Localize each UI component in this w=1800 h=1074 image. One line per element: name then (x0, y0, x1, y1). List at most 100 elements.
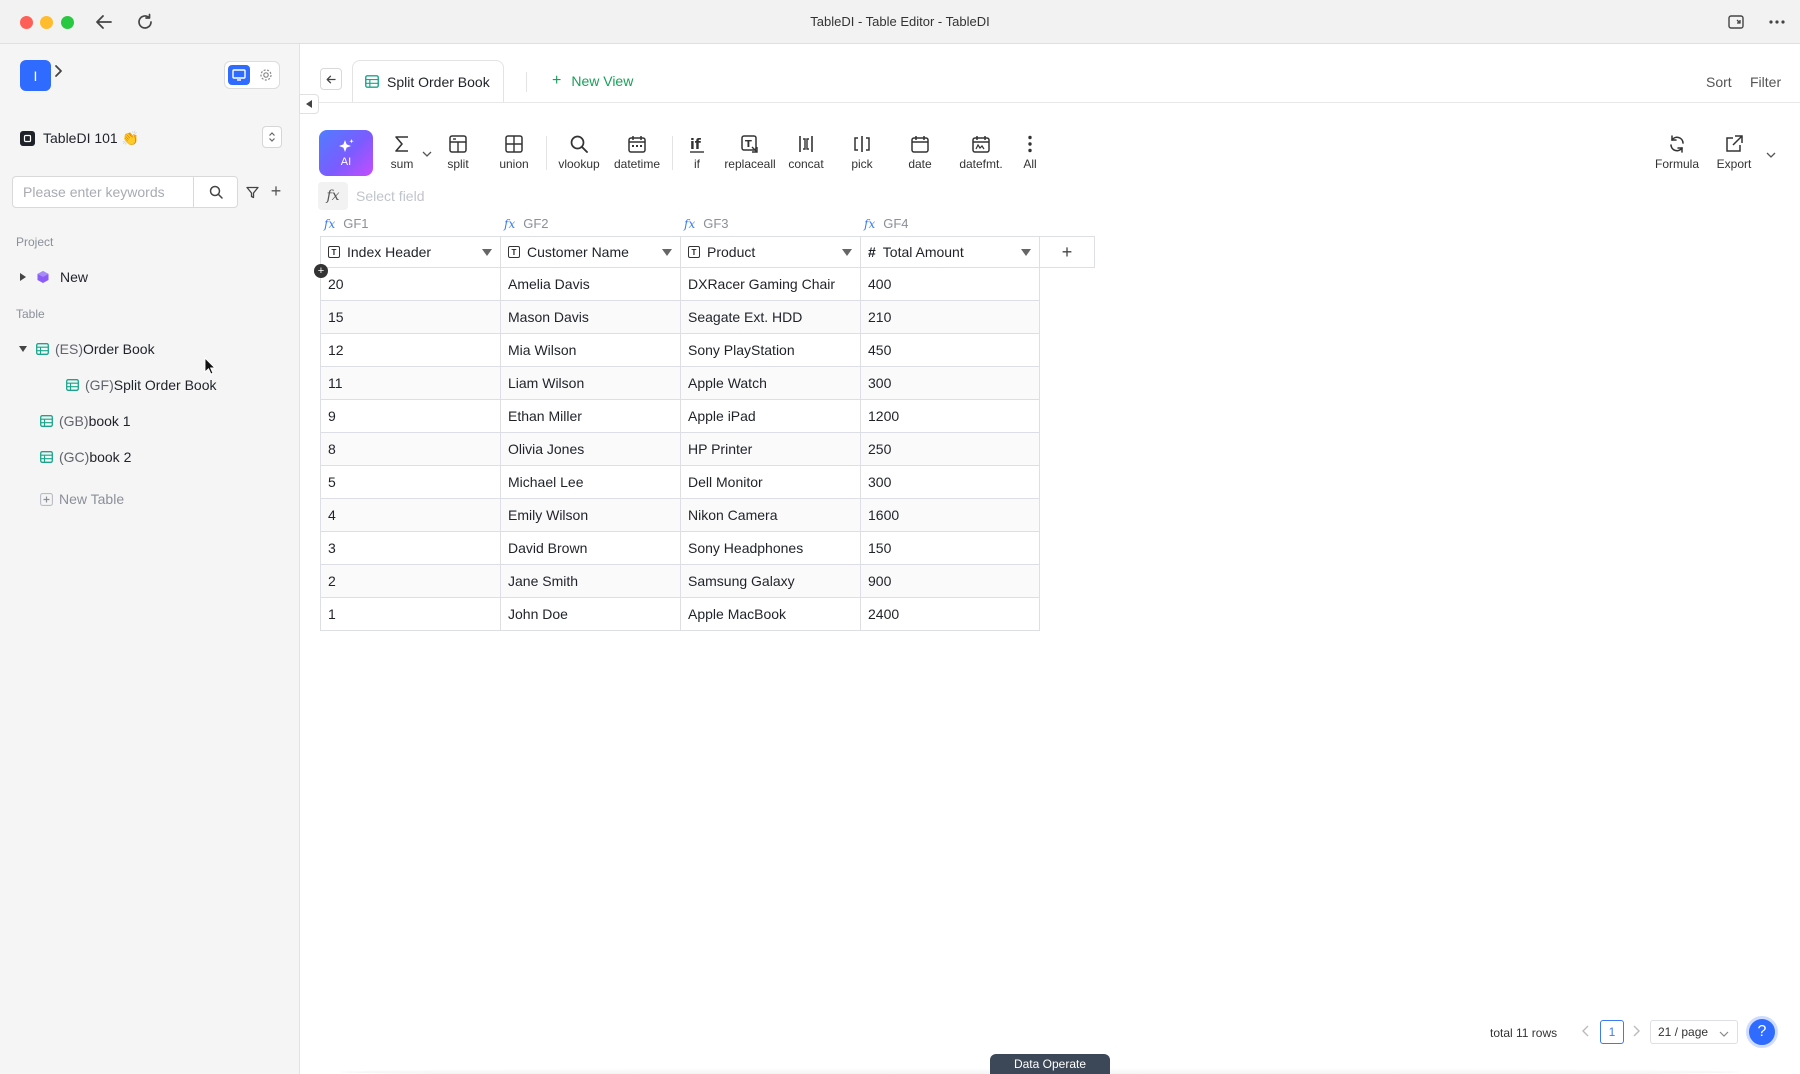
app-badge[interactable]: I (20, 60, 51, 91)
table-cell[interactable]: Seagate Ext. HDD (680, 301, 860, 334)
table-cell[interactable]: 12 (320, 334, 500, 367)
search-input[interactable] (13, 177, 195, 207)
new-table-button[interactable]: New Table (40, 486, 124, 512)
table-cell[interactable]: Ethan Miller (500, 400, 680, 433)
table-cell[interactable]: Apple MacBook (680, 598, 860, 631)
ai-button[interactable]: AI (319, 130, 373, 176)
tool-concat[interactable]: concat (784, 130, 828, 178)
tool-date[interactable]: date (902, 130, 938, 178)
formula-field-placeholder[interactable]: Select field (356, 188, 424, 204)
table-row[interactable]: 5 Michael Lee Dell Monitor 300 (320, 466, 1040, 499)
formula-button[interactable]: Formula (1652, 130, 1702, 178)
table-row[interactable]: 9 Ethan Miller Apple iPad 1200 (320, 400, 1040, 433)
prev-page-icon[interactable] (1582, 1024, 1590, 1040)
more-options-icon[interactable] (1765, 10, 1789, 34)
table-cell[interactable]: 2 (320, 565, 500, 598)
page-size-select[interactable]: 21 / page (1650, 1020, 1738, 1044)
table-cell[interactable]: Amelia Davis (500, 268, 680, 301)
tool-union[interactable]: union (494, 130, 534, 178)
table-cell[interactable]: Liam Wilson (500, 367, 680, 400)
table-cell[interactable]: 4 (320, 499, 500, 532)
sidebar-item-order-book[interactable]: (ES) Order Book (18, 336, 155, 362)
table-cell[interactable]: Olivia Jones (500, 433, 680, 466)
sidebar-item-book-2[interactable]: (GC) book 2 (40, 444, 131, 470)
table-row[interactable]: 12 Mia Wilson Sony PlayStation 450 (320, 334, 1040, 367)
table-cell[interactable]: 20 (320, 268, 500, 301)
table-cell[interactable]: 210 (860, 301, 1040, 334)
table-row[interactable]: 3 David Brown Sony Headphones 150 (320, 532, 1040, 565)
table-cell[interactable]: HP Printer (680, 433, 860, 466)
table-cell[interactable]: 2400 (860, 598, 1040, 631)
collapse-sidebar-icon[interactable] (299, 94, 319, 114)
workspace-selector[interactable]: TableDI 101 👏 (20, 124, 282, 152)
table-row[interactable]: 2 Jane Smith Samsung Galaxy 900 (320, 565, 1040, 598)
tool-if[interactable]: if if (682, 130, 712, 178)
sidebar-panel-icon[interactable] (1724, 10, 1748, 34)
table-cell[interactable]: Samsung Galaxy (680, 565, 860, 598)
table-cell[interactable]: Dell Monitor (680, 466, 860, 499)
table-cell[interactable]: Apple iPad (680, 400, 860, 433)
table-cell[interactable]: 3 (320, 532, 500, 565)
table-cell[interactable]: 450 (860, 334, 1040, 367)
sum-dropdown-icon[interactable] (422, 144, 432, 160)
table-cell[interactable]: 1200 (860, 400, 1040, 433)
table-cell[interactable]: Nikon Camera (680, 499, 860, 532)
table-cell[interactable]: Mia Wilson (500, 334, 680, 367)
column-menu-caret-icon[interactable] (1021, 249, 1031, 256)
fx-icon[interactable]: fx (318, 182, 348, 210)
table-row[interactable]: 4 Emily Wilson Nikon Camera 1600 (320, 499, 1040, 532)
table-cell[interactable]: 1 (320, 598, 500, 631)
sidebar-item-project-new[interactable]: New (18, 264, 88, 290)
switch-workspace-icon[interactable] (262, 126, 282, 148)
tool-sum[interactable]: sum (384, 130, 420, 178)
export-dropdown-icon[interactable] (1766, 145, 1776, 161)
caret-right-icon[interactable] (18, 272, 28, 282)
next-page-icon[interactable] (1632, 1024, 1640, 1040)
table-cell[interactable]: David Brown (500, 532, 680, 565)
column-menu-caret-icon[interactable] (482, 249, 492, 256)
table-cell[interactable]: John Doe (500, 598, 680, 631)
new-view-button[interactable]: + New View (552, 70, 633, 92)
table-row[interactable]: 8 Olivia Jones HP Printer 250 (320, 433, 1040, 466)
column-header-product[interactable]: T Product (680, 236, 860, 268)
tool-vlookup[interactable]: vlookup (554, 130, 604, 178)
tool-datefmt[interactable]: datefmt. (954, 130, 1008, 178)
data-operate-button[interactable]: Data Operate (990, 1054, 1110, 1074)
table-cell[interactable]: 150 (860, 532, 1040, 565)
table-cell[interactable]: 400 (860, 268, 1040, 301)
table-cell[interactable]: 15 (320, 301, 500, 334)
table-cell[interactable]: 900 (860, 565, 1040, 598)
table-cell[interactable]: Apple Watch (680, 367, 860, 400)
back-to-parent-button[interactable] (320, 68, 342, 90)
add-column-button[interactable]: + (1040, 236, 1095, 268)
table-cell[interactable]: 8 (320, 433, 500, 466)
tool-all[interactable]: All (1018, 130, 1042, 178)
view-mode-toggle[interactable] (224, 61, 280, 89)
column-menu-caret-icon[interactable] (842, 249, 852, 256)
table-cell[interactable]: Mason Davis (500, 301, 680, 334)
tab-split-order-book[interactable]: Split Order Book (352, 60, 504, 102)
tool-replaceall[interactable]: T replaceall (720, 130, 780, 178)
table-cell[interactable]: 1600 (860, 499, 1040, 532)
table-row[interactable]: 11 Liam Wilson Apple Watch 300 (320, 367, 1040, 400)
search-icon[interactable] (193, 177, 237, 207)
column-menu-caret-icon[interactable] (662, 249, 672, 256)
table-cell[interactable]: 300 (860, 367, 1040, 400)
column-header-index[interactable]: T Index Header (320, 236, 500, 268)
table-cell[interactable]: 11 (320, 367, 500, 400)
table-cell[interactable]: Emily Wilson (500, 499, 680, 532)
export-button[interactable]: Export (1712, 130, 1756, 178)
table-cell[interactable]: DXRacer Gaming Chair (680, 268, 860, 301)
filter-button[interactable]: Filter (1750, 74, 1781, 90)
table-cell[interactable]: 250 (860, 433, 1040, 466)
chevron-right-icon[interactable] (54, 64, 64, 81)
insert-row-icon[interactable]: + (314, 264, 328, 278)
table-cell[interactable]: Sony Headphones (680, 532, 860, 565)
table-cell[interactable]: 9 (320, 400, 500, 433)
sort-button[interactable]: Sort (1706, 74, 1732, 90)
help-button[interactable]: ? (1746, 1016, 1778, 1048)
current-page-button[interactable]: 1 (1600, 1020, 1624, 1044)
column-header-customer[interactable]: T Customer Name (500, 236, 680, 268)
caret-down-icon[interactable] (18, 344, 28, 354)
table-cell[interactable]: Jane Smith (500, 565, 680, 598)
